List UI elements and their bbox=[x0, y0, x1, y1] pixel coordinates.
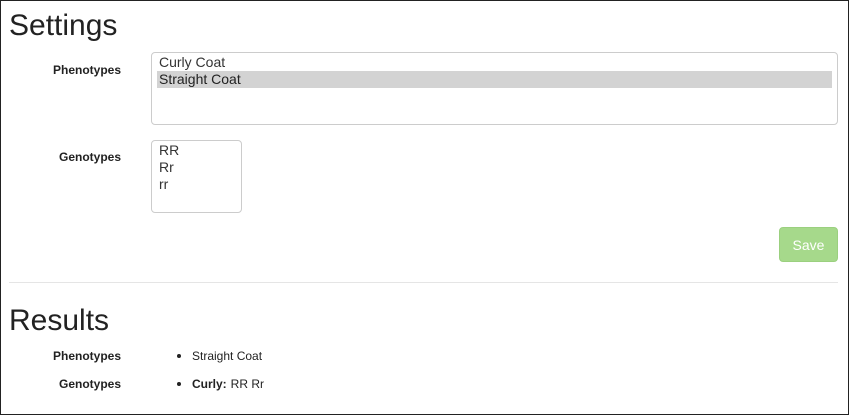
results-heading: Results bbox=[9, 304, 110, 337]
results-phenotypes-label: Phenotypes bbox=[52, 349, 121, 363]
page-frame: Settings Phenotypes Curly Coat Straight … bbox=[0, 0, 849, 415]
phenotype-option-curly-coat[interactable]: Curly Coat bbox=[157, 54, 832, 71]
results-phenotypes-item: Straight Coat bbox=[177, 349, 262, 363]
results-genotypes-item: Curly: RR Rr bbox=[177, 377, 264, 391]
phenotypes-listbox[interactable]: Curly Coat Straight Coat bbox=[151, 52, 838, 125]
genotype-option-rr[interactable]: rr bbox=[157, 176, 236, 193]
genotype-option-RR[interactable]: RR bbox=[157, 142, 236, 159]
results-genotypes-key: Curly: bbox=[192, 377, 227, 391]
bullet-icon bbox=[177, 382, 181, 386]
section-divider bbox=[9, 282, 838, 283]
genotype-option-Rr[interactable]: Rr bbox=[157, 159, 236, 176]
genotypes-label: Genotypes bbox=[58, 150, 121, 164]
phenotype-option-straight-coat[interactable]: Straight Coat bbox=[157, 71, 832, 88]
save-button[interactable]: Save bbox=[779, 227, 838, 262]
results-genotypes-label: Genotypes bbox=[58, 377, 121, 391]
phenotypes-label: Phenotypes bbox=[52, 63, 121, 77]
results-phenotypes-value: Straight Coat bbox=[192, 349, 263, 363]
settings-heading: Settings bbox=[9, 9, 118, 42]
bullet-icon bbox=[177, 354, 181, 358]
results-genotypes-value: RR Rr bbox=[230, 377, 264, 391]
genotypes-listbox[interactable]: RR Rr rr bbox=[151, 140, 242, 213]
